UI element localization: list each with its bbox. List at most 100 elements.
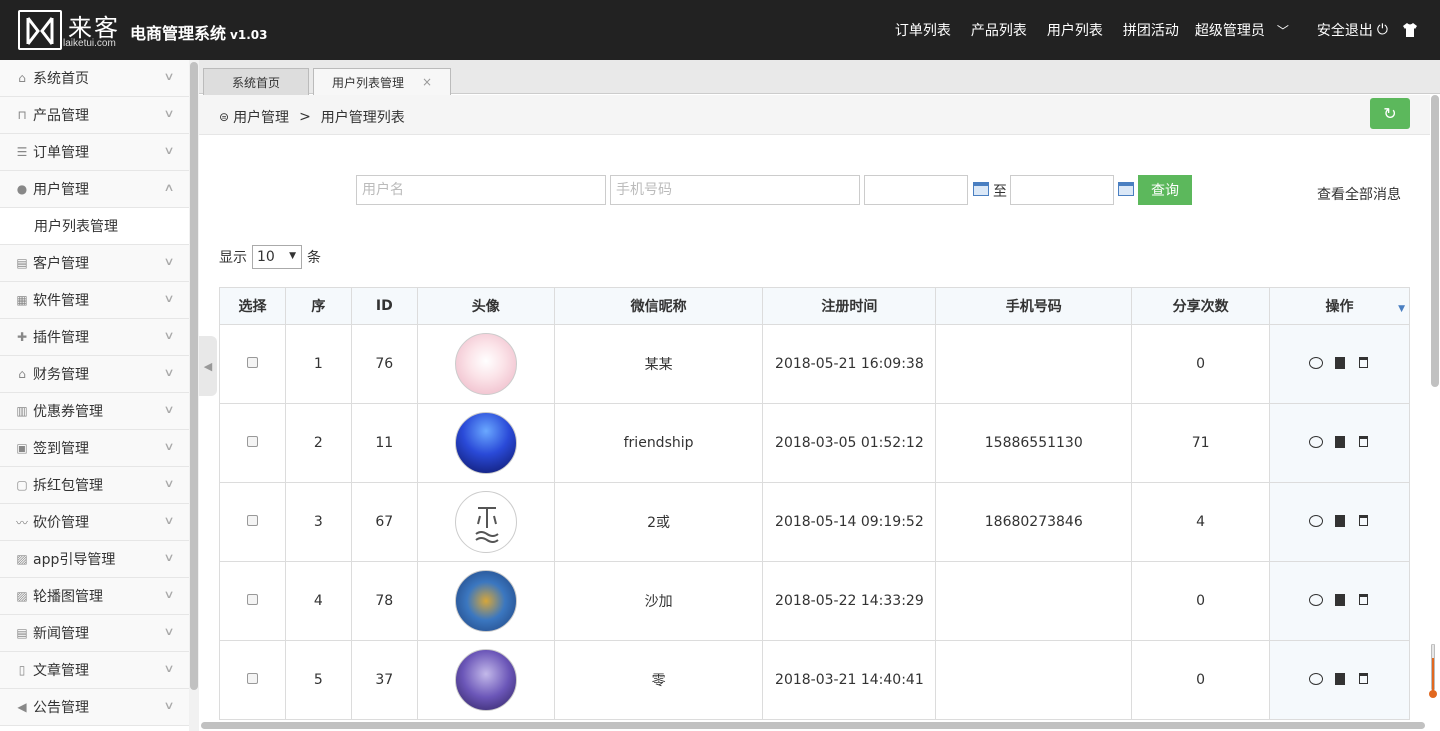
trash-icon[interactable] [1357,435,1371,449]
message-icon[interactable] [1308,514,1323,528]
sidebar-item-redpacket[interactable]: ▢ 拆红包管理 ∨ [0,467,189,504]
nav-orders[interactable]: 订单列表 [895,20,951,40]
chevron-down-icon: ∨ [163,255,175,268]
user-circle-icon: ⊜ [219,110,230,124]
content-hscroll-thumb[interactable] [201,722,1425,729]
chevron-down-icon: ∨ [163,477,175,490]
cell-share-count: 0 [1131,640,1271,720]
document-icon[interactable] [1333,672,1347,686]
sidebar-scrollbar[interactable] [189,60,199,731]
document-icon[interactable] [1333,435,1347,449]
sidebar-item-customers[interactable]: ▤ 客户管理 ∨ [0,245,189,282]
user-icon: ● [16,182,28,196]
sidebar-subitem-user-list[interactable]: 用户列表管理 [0,208,189,245]
message-icon[interactable] [1308,593,1323,607]
sidebar-scroll-thumb[interactable] [190,62,198,690]
sidebar-item-software[interactable]: ▦ 软件管理 ∨ [0,282,189,319]
table-row: 1 76 某某 2018-05-21 16:09:38 0 [219,324,1410,404]
cell-nickname: 沙加 [553,561,764,641]
query-button[interactable]: 查询 [1138,175,1192,205]
trash-icon[interactable] [1357,593,1371,607]
username-input[interactable] [356,175,606,205]
sidebar-item-news[interactable]: ▤ 新闻管理 ∨ [0,615,189,652]
cell-seq: 4 [284,561,352,641]
cell-nickname: friendship [553,403,764,483]
sidebar-item-finance[interactable]: ⌂ 财务管理 ∨ [0,356,189,393]
col-actions[interactable]: 操作 ▼ [1269,287,1410,325]
sidebar-item-articles[interactable]: ▯ 文章管理 ∨ [0,652,189,689]
sidebar-collapse-handle[interactable]: ◀ [199,336,217,396]
nav-users[interactable]: 用户列表 [1047,20,1103,40]
sidebar-item-notices[interactable]: ◀ 公告管理 ∨ [0,689,189,726]
content-scroll-thumb[interactable] [1431,95,1439,387]
chevron-down-icon: ∨ [163,551,175,564]
trash-icon[interactable] [1357,356,1371,370]
sidebar-item-checkin[interactable]: ▣ 签到管理 ∨ [0,430,189,467]
nav-group-buy[interactable]: 拼团活动 [1123,20,1179,40]
chevron-left-icon: ◀ [203,359,213,373]
message-icon[interactable] [1308,356,1323,370]
col-seq[interactable]: 序 [284,287,352,325]
trash-icon[interactable] [1357,672,1371,686]
start-date-input[interactable] [864,175,968,205]
cell-id: 67 [350,482,418,562]
cell-phone: 18680273846 [935,482,1133,562]
message-icon[interactable] [1308,672,1323,686]
content-hscrollbar[interactable] [199,721,1430,731]
tab-bar: 系统首页 用户列表管理 × [199,60,1440,95]
view-all-messages-link[interactable]: 查看全部消息 [1317,184,1401,204]
end-date-input[interactable] [1010,175,1114,205]
skin-icon[interactable] [1402,23,1418,37]
sidebar-item-orders[interactable]: ☰ 订单管理 ∨ [0,134,189,171]
sidebar-item-bargain[interactable]: 〰砍价管理 ∨ [0,504,189,541]
row-checkbox[interactable] [246,594,258,605]
nav-products[interactable]: 产品列表 [971,20,1027,40]
admin-menu[interactable]: 超级管理员 ﹀ [1195,20,1289,40]
logout-button[interactable]: 安全退出 ⏻ [1317,20,1388,40]
col-register-time[interactable]: 注册时间 [762,287,937,325]
chevron-down-icon: ∨ [163,440,175,453]
row-checkbox[interactable] [246,673,258,684]
row-checkbox[interactable] [246,515,258,526]
table-row: 3 67 2或 2018-05-14 09:19:52 18680273846 … [219,482,1410,562]
sidebar-item-home[interactable]: ⌂ 系统首页 ∨ [0,60,189,97]
col-select: 选择 [219,287,286,325]
sidebar-item-coupons[interactable]: ▥ 优惠券管理 ∨ [0,393,189,430]
close-icon[interactable]: × [422,75,432,89]
col-id[interactable]: ID [350,287,418,325]
col-nickname[interactable]: 微信昵称 [553,287,764,325]
message-icon[interactable] [1308,435,1323,449]
logout-label: 安全退出 [1316,23,1373,39]
sort-desc-icon: ▼ [1398,304,1405,314]
breadcrumb-separator: > [299,109,311,125]
col-share-count[interactable]: 分享次数 [1131,287,1271,325]
sidebar-item-carousel[interactable]: ▨ 轮播图管理 ∨ [0,578,189,615]
document-icon[interactable] [1333,356,1347,370]
picture-icon: ▨ [16,589,28,603]
sidebar-item-plugins[interactable]: ✚ 插件管理 ∨ [0,319,189,356]
document-icon[interactable] [1333,514,1347,528]
sidebar-item-products[interactable]: ⊓ 产品管理 ∨ [0,97,189,134]
tab-user-list[interactable]: 用户列表管理 × [313,68,451,95]
page-length-select[interactable]: 10 ▼ [252,245,302,269]
cell-phone [935,324,1133,404]
date-range-separator: 至 [993,184,1007,200]
cell-seq: 1 [284,324,352,404]
trash-icon[interactable] [1357,514,1371,528]
content-scrollbar[interactable] [1430,95,1440,721]
sidebar-item-app-guide[interactable]: ▨ app引导管理 ∨ [0,541,189,578]
refresh-button[interactable]: ↻ [1370,98,1410,129]
phone-input[interactable] [610,175,860,205]
row-checkbox[interactable] [246,357,258,368]
calendar-icon[interactable] [973,182,989,196]
calendar-icon[interactable] [1118,182,1134,196]
top-nav: 订单列表 产品列表 用户列表 拼团活动 超级管理员 ﹀ 安全退出 ⏻ [895,0,1440,60]
tab-home[interactable]: 系统首页 [203,68,309,95]
sidebar-item-users[interactable]: ● 用户管理 ∧ [0,171,189,208]
chevron-up-icon: ∧ [163,181,175,194]
col-phone[interactable]: 手机号码 [935,287,1133,325]
cell-phone [935,640,1133,720]
breadcrumb-root[interactable]: 用户管理 [233,107,289,127]
document-icon[interactable] [1333,593,1347,607]
row-checkbox[interactable] [246,436,258,447]
